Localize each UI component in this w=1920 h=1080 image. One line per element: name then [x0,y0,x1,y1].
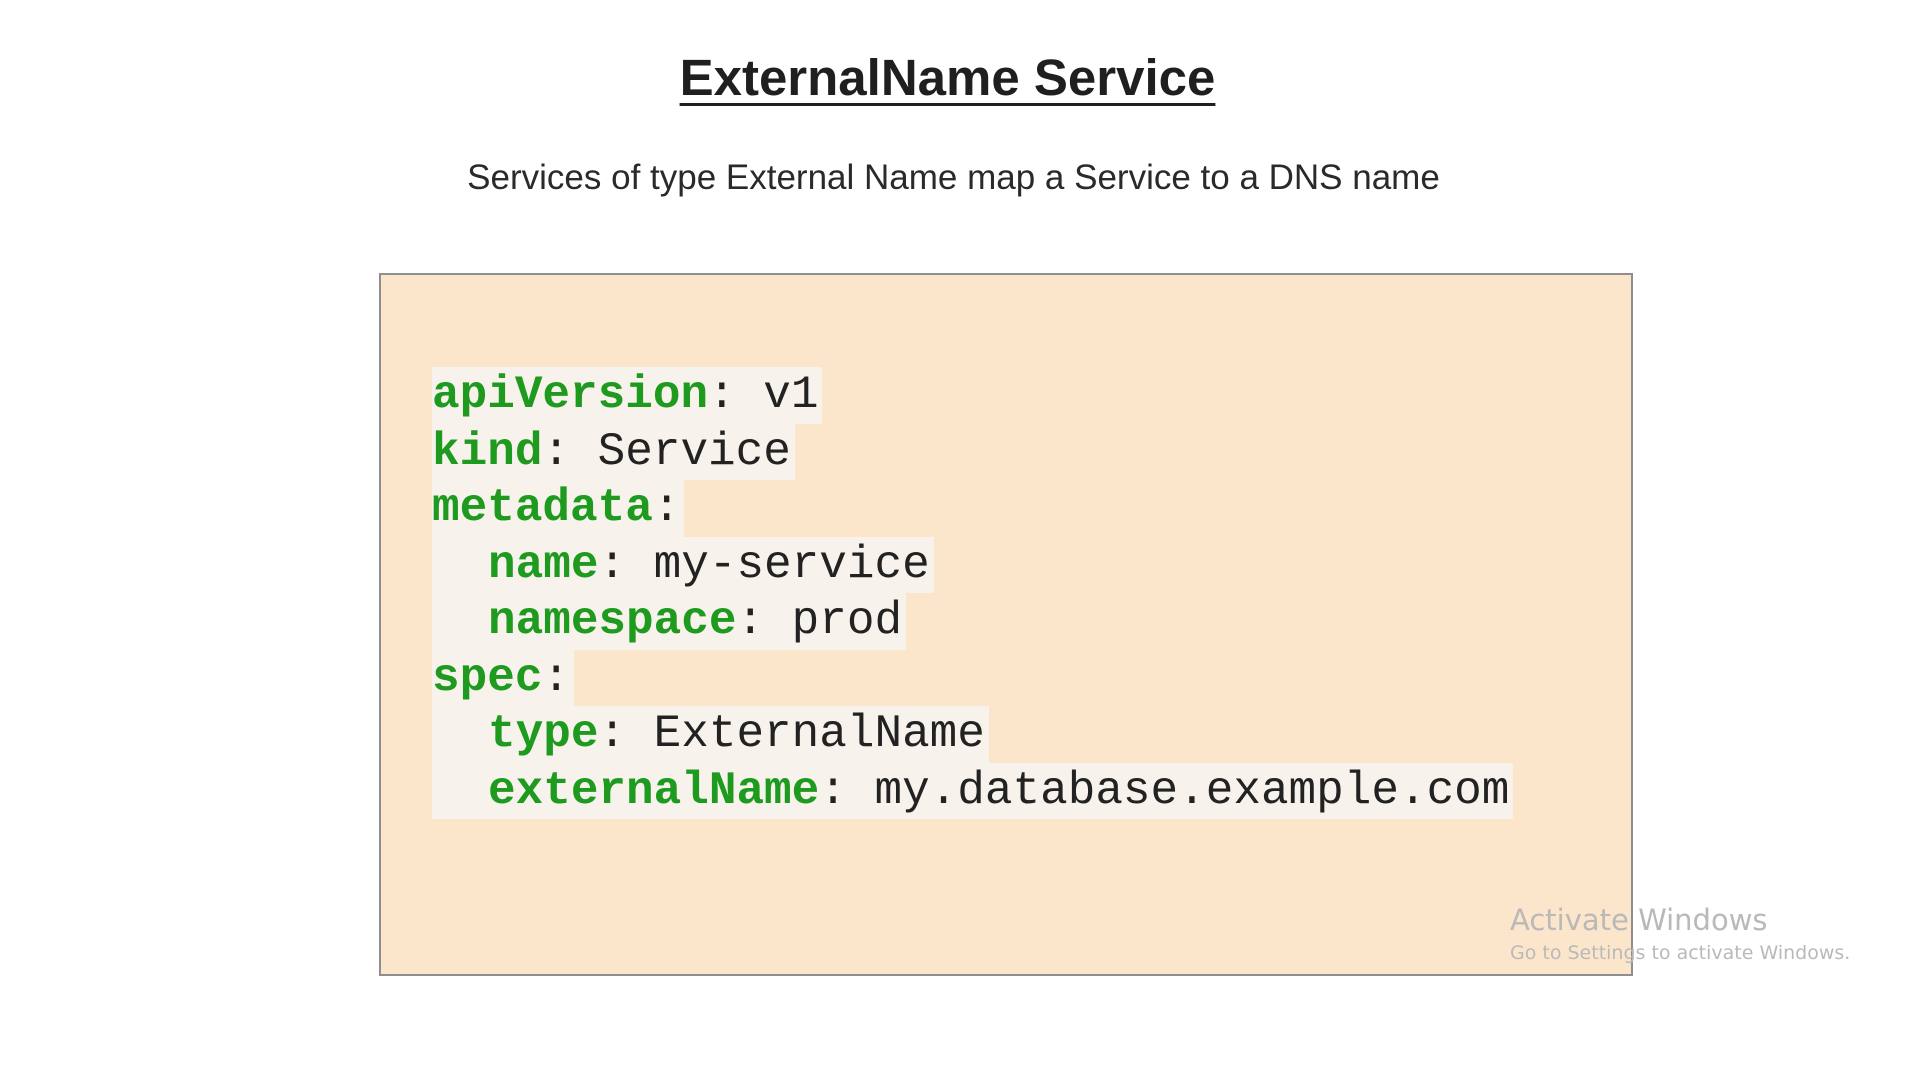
yaml-key: namespace [488,595,737,647]
yaml-value: prod [791,595,903,647]
yaml-key: metadata [432,482,653,534]
code-line: kind: Service [432,423,1513,480]
yaml-value: my.database.example.com [874,764,1510,817]
yaml-value: ExternalName [653,708,985,760]
code-line: name: my-service [432,536,1513,593]
watermark-subtitle: Go to Settings to activate Windows. [1510,942,1851,964]
yaml-separator: : [819,764,875,817]
yaml-value: Service [597,425,791,478]
yaml-separator: : [708,369,764,421]
code-line: apiVersion: v1 [432,367,1513,424]
code-line: type: ExternalName [432,706,1513,763]
yaml-separator: : [652,482,681,534]
yaml-value: v1 [763,369,819,421]
yaml-key: externalName [488,764,820,817]
yaml-separator: : [736,595,792,647]
yaml-key: kind [432,425,543,478]
slide-subtitle: Services of type External Name map a Ser… [467,158,1440,197]
activate-windows-watermark: Activate Windows Go to Settings to activ… [1510,902,1850,968]
yaml-code-block: apiVersion: v1 kind: Service metadata: n… [432,367,1514,819]
slide-title: ExternalName Service [679,49,1216,106]
yaml-key: type [488,708,599,760]
yaml-separator: : [542,425,598,478]
yaml-separator: : [598,708,654,760]
yaml-key: spec [432,651,543,704]
yaml-key: apiVersion [432,369,709,421]
yaml-key: name [488,538,599,591]
code-line: externalName: my.database.example.com [432,762,1514,819]
code-line: metadata: [432,480,1513,537]
yaml-separator: : [598,538,654,591]
code-box: apiVersion: v1 kind: Service metadata: n… [379,273,1633,976]
code-line: namespace: prod [432,593,1513,650]
watermark-title: Activate Windows [1510,903,1768,937]
yaml-value: my-service [653,538,930,591]
code-line: spec: [432,649,1513,706]
yaml-separator: : [542,651,571,704]
